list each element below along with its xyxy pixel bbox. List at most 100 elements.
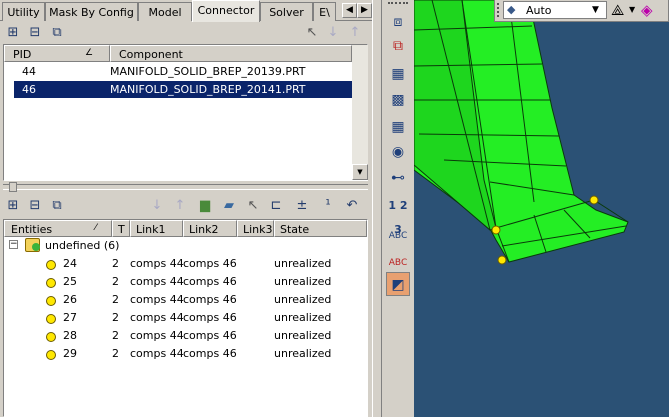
refresh-icon[interactable]: ↶ [343, 197, 361, 215]
list-item[interactable]: 25 2 comps 44 comps 46 unrealized [4, 273, 367, 291]
group-label: undefined (6) [45, 239, 120, 252]
tab-overflow[interactable]: E\ [313, 2, 336, 21]
list-item[interactable]: 27 2 comps 44 comps 46 unrealized [4, 309, 367, 327]
select-arrow-icon[interactable]: ↖ [303, 24, 321, 42]
sort-icon: ∠ [85, 48, 94, 58]
component-cell: MANIFOLD_SOLID_BREP_20139.PRT [110, 65, 306, 78]
view-mode-value: Auto [526, 4, 552, 17]
move-down-icon[interactable]: ↓ [148, 197, 166, 215]
mesh-edit-icon[interactable]: ▦ [386, 62, 410, 86]
entity-state: unrealized [274, 275, 332, 288]
column-header-state[interactable]: State [274, 220, 367, 237]
connector-ball-icon [46, 260, 56, 270]
cube-icon: ◆ [507, 3, 516, 16]
column-header-label: Entities [11, 223, 53, 236]
column-header-component[interactable]: Component [110, 45, 352, 62]
binoculars-icon[interactable]: ⊷ [386, 166, 410, 190]
mesh-grid-icon[interactable]: ▩ [386, 88, 410, 112]
flat-view-icon[interactable]: ⧉ [48, 24, 66, 42]
flat-view-icon[interactable]: ⧉ [48, 197, 66, 215]
tab-solver[interactable]: Solver [260, 2, 313, 21]
create-folder-icon[interactable]: ▆ [196, 197, 214, 215]
entity-type: 2 [112, 311, 119, 324]
label-abc-icon[interactable]: ABC [386, 222, 410, 246]
component-toolbar: ⊞ ⊟ ⧉ ↖ ↓ ↑ [0, 22, 372, 44]
one-entity-icon[interactable]: ¹ [319, 197, 337, 215]
numbering-icon[interactable]: 1 2 3 [386, 194, 410, 236]
entity-type: 2 [112, 275, 119, 288]
tab-connector[interactable]: Connector [192, 0, 260, 22]
entity-table: Entities ⁄ T Link1 Link2 Link3 State − u… [3, 219, 368, 417]
column-header-link2[interactable]: Link2 [183, 220, 237, 237]
mesh-model[interactable] [414, 0, 669, 417]
dropdown-arrow-icon[interactable]: ▼ [592, 2, 599, 18]
tab-model[interactable]: Model [138, 2, 192, 21]
hierarchy-view-icon[interactable]: ⊟ [26, 197, 44, 215]
view-toolbar: ◆ Auto ▼ ⟁ ▼ ◈ [494, 0, 669, 22]
list-item[interactable]: 28 2 comps 44 comps 46 unrealized [4, 327, 367, 345]
tab-scroll-right-icon[interactable]: ▶ [357, 3, 372, 18]
hierarchy-view-icon[interactable]: ⊟ [26, 24, 44, 42]
tree-view-icon[interactable]: ⊞ [4, 197, 22, 215]
column-header-label: State [280, 223, 310, 236]
connector-point[interactable] [589, 195, 599, 205]
move-up-icon[interactable]: ↑ [346, 24, 364, 42]
view-cube-icon[interactable]: ◈ [641, 1, 653, 19]
green-dot-icon [32, 243, 40, 251]
entity-link2: comps 46 [183, 347, 237, 360]
entity-link1: comps 44 [130, 293, 184, 306]
group-row[interactable]: − undefined (6) [4, 237, 367, 255]
column-header-label: Link2 [189, 223, 219, 236]
select-arrow-icon[interactable]: ↖ [244, 197, 262, 215]
connector-point[interactable] [497, 255, 507, 265]
column-header-label: Component [119, 48, 183, 61]
tab-mask-by-config[interactable]: Mask By Config [45, 2, 138, 21]
connector-point[interactable] [491, 225, 501, 235]
entity-link1: comps 44 [130, 275, 184, 288]
mesh-shell-icon[interactable]: ▦ [386, 115, 410, 139]
bracket-icon[interactable]: ⊏ [267, 197, 285, 215]
mesh-add-icon[interactable]: ⧉ [386, 34, 410, 58]
connector-ball-icon [46, 314, 56, 324]
tab-utility[interactable]: Utility [2, 2, 45, 21]
entity-state: unrealized [274, 293, 332, 306]
plus-minus-icon[interactable]: ± [293, 197, 311, 215]
connector-ball-icon [46, 296, 56, 306]
toolbar-grip [388, 2, 408, 6]
table-row-selected[interactable]: 46 MANIFOLD_SOLID_BREP_20141.PRT [14, 81, 352, 98]
tree-view-icon[interactable]: ⊞ [4, 24, 22, 42]
panel-splitter[interactable] [3, 184, 368, 190]
entity-link2: comps 46 [183, 311, 237, 324]
list-item[interactable]: 24 2 comps 44 comps 46 unrealized [4, 255, 367, 273]
list-item[interactable]: 26 2 comps 44 comps 46 unrealized [4, 291, 367, 309]
panel-divider[interactable] [372, 0, 382, 417]
column-header-link3[interactable]: Link3 [237, 220, 274, 237]
label-abc-red-icon[interactable]: ABC [386, 248, 410, 272]
component-table-scrollbar[interactable]: ▼ [352, 45, 368, 180]
collapse-toggle-icon[interactable]: − [9, 240, 18, 249]
column-header-pid[interactable]: PID ∠ [4, 45, 110, 62]
list-item[interactable]: 29 2 comps 44 comps 46 unrealized [4, 345, 367, 363]
element-check-icon[interactable]: ◉ [386, 140, 410, 164]
folder-icon[interactable]: ▰ [220, 197, 238, 215]
view-orient-icon[interactable]: ⟁ [611, 1, 624, 19]
entity-type: 2 [112, 257, 119, 270]
column-header-entities[interactable]: Entities ⁄ [4, 220, 112, 237]
entity-state: unrealized [274, 329, 332, 342]
column-header-t[interactable]: T [112, 220, 130, 237]
entity-id: 29 [63, 347, 77, 360]
column-header-link1[interactable]: Link1 [130, 220, 183, 237]
connector-ball-icon [46, 278, 56, 288]
view-mode-dropdown[interactable]: ◆ Auto ▼ [503, 1, 607, 19]
table-row[interactable]: 44 MANIFOLD_SOLID_BREP_20139.PRT [4, 63, 352, 80]
splitter-handle[interactable] [9, 182, 17, 192]
graphics-viewport[interactable]: ◆ Auto ▼ ⟁ ▼ ◈ [414, 0, 669, 417]
move-up-icon[interactable]: ↑ [171, 197, 189, 215]
display-mode-icon[interactable]: ◩ [386, 272, 410, 296]
entity-type: 2 [112, 293, 119, 306]
scroll-down-icon[interactable]: ▼ [352, 164, 368, 180]
move-down-icon[interactable]: ↓ [324, 24, 342, 42]
small-dropdown-icon[interactable]: ▼ [629, 5, 635, 14]
mesh-select-icon[interactable]: ⧈ [386, 10, 410, 34]
tab-scroll-left-icon[interactable]: ◀ [342, 3, 357, 18]
